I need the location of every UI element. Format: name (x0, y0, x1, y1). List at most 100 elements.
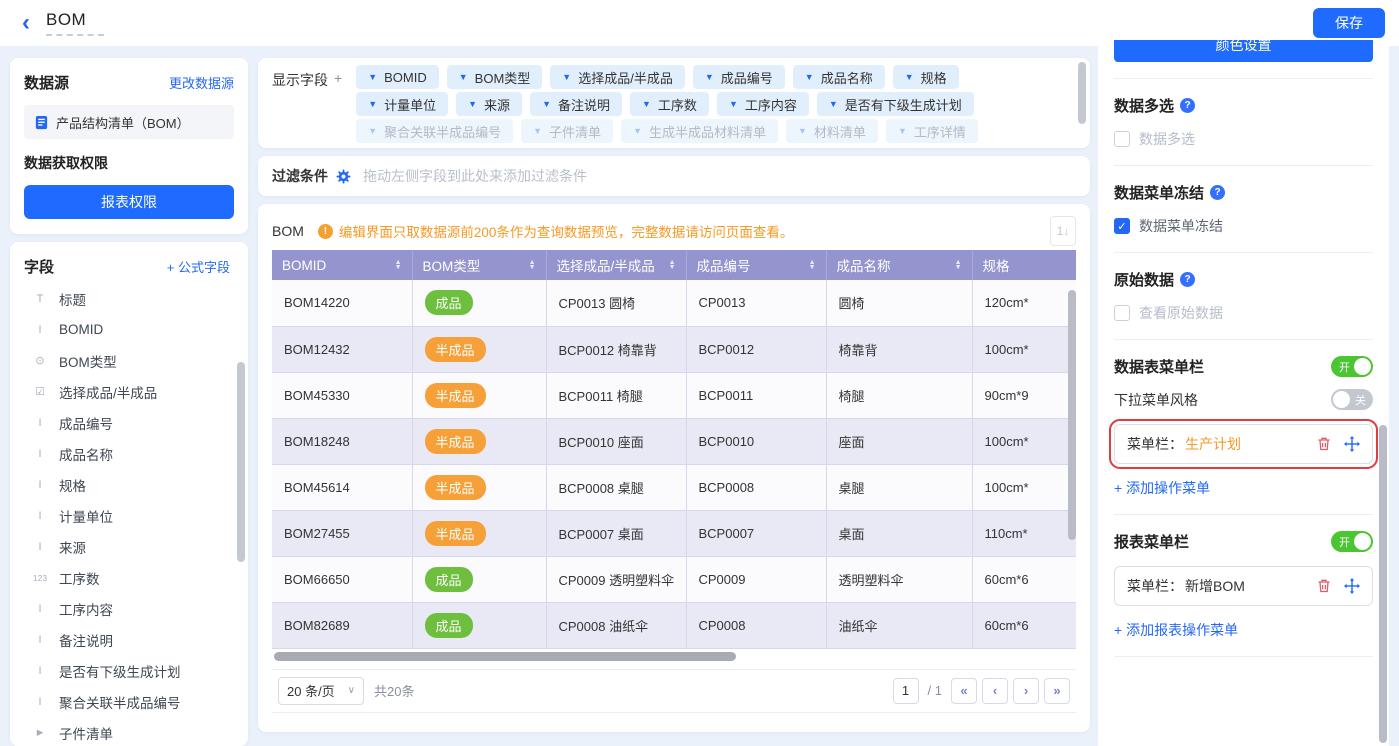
change-datasource-link[interactable]: 更改数据源 (169, 73, 234, 92)
checkbox-unchecked[interactable] (1114, 305, 1130, 321)
table-row[interactable]: BOM14220成品CP0013 圆椅CP0013圆椅120cm* (272, 280, 1076, 326)
delete-icon[interactable] (1316, 578, 1332, 594)
checkbox-checked[interactable]: ✓ (1114, 218, 1130, 234)
table-menu-item-highlighted[interactable]: 菜单栏： 生产计划 (1114, 424, 1373, 464)
field-item[interactable]: I成品编号 (24, 407, 238, 438)
checkbox-row[interactable]: 查看原始数据 (1114, 303, 1373, 323)
field-item[interactable]: ☑选择成品/半成品 (24, 376, 238, 407)
sort-order-button[interactable]: 1↓ (1050, 216, 1076, 246)
field-item[interactable]: ⊙BOM类型 (24, 345, 238, 376)
dropdown-style-toggle[interactable]: 关 (1331, 389, 1373, 410)
current-page-box[interactable]: 1 (893, 678, 919, 704)
display-field-chip[interactable]: ▼计量单位 (356, 92, 448, 116)
table-vertical-scrollbar[interactable] (1068, 290, 1076, 540)
back-icon[interactable]: ‹ (14, 11, 38, 35)
add-action-menu-link[interactable]: + 添加操作菜单 (1114, 478, 1373, 498)
sort-icon[interactable]: ▲▼ (809, 260, 816, 270)
checkbox-row[interactable]: 数据多选 (1114, 129, 1373, 149)
field-item[interactable]: T标题 (24, 283, 238, 314)
table-row[interactable]: BOM45330半成品BCP0011 椅腿BCP0011椅腿90cm*9 (272, 372, 1076, 418)
column-header[interactable]: 规格 (972, 250, 1076, 280)
sort-icon[interactable]: ▲▼ (669, 260, 676, 270)
display-field-chip[interactable]: ▼规格 (893, 65, 959, 89)
field-item[interactable]: I来源 (24, 531, 238, 562)
field-item[interactable]: I计量单位 (24, 500, 238, 531)
checkbox-unchecked[interactable] (1114, 131, 1130, 147)
next-page-button[interactable]: › (1013, 678, 1039, 704)
field-item[interactable]: I备注说明 (24, 624, 238, 655)
color-settings-button[interactable]: 颜色设置 (1114, 40, 1373, 62)
report-menu-item[interactable]: 菜单栏： 新增BOM (1114, 566, 1373, 606)
first-page-button[interactable]: « (951, 678, 977, 704)
help-icon[interactable]: ? (1210, 185, 1225, 200)
table-horizontal-scrollbar[interactable] (272, 652, 1076, 661)
page-title: BOM (46, 10, 104, 30)
delete-icon[interactable] (1316, 436, 1332, 452)
sort-icon[interactable]: ▲▼ (955, 260, 962, 270)
column-header[interactable]: 成品名称▲▼ (826, 250, 972, 280)
display-field-chip[interactable]: ▼成品编号 (693, 65, 785, 89)
display-field-chip[interactable]: ▼工序内容 (717, 92, 809, 116)
settings-scrollbar[interactable] (1379, 425, 1387, 743)
checkbox-label: 数据多选 (1139, 129, 1195, 149)
column-header[interactable]: BOMID▲▼ (272, 250, 412, 280)
sort-icon[interactable]: ▲▼ (395, 260, 402, 270)
warning-icon: ! (318, 224, 333, 239)
datasource-item[interactable]: 产品结构清单（BOM） (24, 105, 234, 139)
gear-icon[interactable] (336, 169, 351, 184)
field-item[interactable]: I规格 (24, 469, 238, 500)
move-icon[interactable] (1344, 578, 1360, 594)
display-field-chip[interactable]: ▼子件清单 (521, 119, 613, 143)
display-field-chip[interactable]: ▼工序数 (630, 92, 709, 116)
display-field-chip[interactable]: ▼备注说明 (530, 92, 622, 116)
table-row[interactable]: BOM12432半成品BCP0012 椅靠背BCP0012椅靠背100cm* (272, 326, 1076, 372)
table-row[interactable]: BOM27455半成品BCP0007 桌面BCP0007桌面110cm* (272, 510, 1076, 556)
display-fields-scrollbar[interactable] (1078, 62, 1086, 124)
display-field-chip[interactable]: ▼BOMID (356, 65, 439, 89)
display-field-chip[interactable]: ▼是否有下级生成计划 (817, 92, 974, 116)
field-item[interactable]: I工序内容 (24, 593, 238, 624)
save-button[interactable]: 保存 (1313, 8, 1385, 38)
move-icon[interactable] (1344, 436, 1360, 452)
display-field-chip[interactable]: ▼工序详情 (886, 119, 978, 143)
field-item[interactable]: ▶子件清单 (24, 717, 238, 746)
add-display-field-button[interactable]: + (334, 70, 342, 86)
fields-title: 字段 (24, 256, 54, 277)
page-size-select[interactable]: 20 条/页 ∨ (278, 677, 364, 705)
table-row[interactable]: BOM82689成品CP0008 油纸伞CP0008油纸伞60cm*6 (272, 602, 1076, 648)
fields-scrollbar[interactable] (237, 362, 245, 562)
field-label: 工序数 (59, 568, 100, 588)
field-item[interactable]: 123工序数 (24, 562, 238, 593)
table-row[interactable]: BOM66650成品CP0009 透明塑料伞CP0009透明塑料伞60cm*6 (272, 556, 1076, 602)
display-field-chip[interactable]: ▼生成半成品材料清单 (621, 119, 778, 143)
field-item[interactable]: I是否有下级生成计划 (24, 655, 238, 686)
report-permission-button[interactable]: 报表权限 (24, 185, 234, 219)
column-header[interactable]: 成品编号▲▼ (686, 250, 826, 280)
display-field-chip[interactable]: ▼选择成品/半成品 (550, 65, 685, 89)
help-icon[interactable]: ? (1180, 98, 1195, 113)
table-menu-toggle[interactable]: 开 (1331, 356, 1373, 377)
display-field-chip[interactable]: ▼BOM类型 (447, 65, 543, 89)
chip-row: ▼计量单位 ▼来源 ▼备注说明 ▼工序数 ▼工序内容 ▼是否有下级生成计划 (356, 92, 978, 116)
hscroll-thumb[interactable] (274, 652, 736, 661)
field-item[interactable]: I成品名称 (24, 438, 238, 469)
display-field-chip[interactable]: ▼成品名称 (793, 65, 885, 89)
help-icon[interactable]: ? (1180, 272, 1195, 287)
chip-label: 子件清单 (549, 122, 601, 141)
last-page-button[interactable]: » (1044, 678, 1070, 704)
sort-icon[interactable]: ▲▼ (529, 260, 536, 270)
column-header[interactable]: BOM类型▲▼ (412, 250, 546, 280)
table-row[interactable]: BOM18248半成品BCP0010 座面BCP0010座面100cm* (272, 418, 1076, 464)
table-row[interactable]: BOM45614半成品BCP0008 桌腿BCP0008桌腿100cm* (272, 464, 1076, 510)
field-item[interactable]: IBOMID (24, 314, 238, 345)
prev-page-button[interactable]: ‹ (982, 678, 1008, 704)
display-field-chip[interactable]: ▼聚合关联半成品编号 (356, 119, 513, 143)
add-report-action-menu-link[interactable]: + 添加报表操作菜单 (1114, 620, 1373, 640)
report-menu-toggle[interactable]: 开 (1331, 531, 1373, 552)
field-item[interactable]: I聚合关联半成品编号 (24, 686, 238, 717)
display-field-chip[interactable]: ▼来源 (456, 92, 522, 116)
column-header[interactable]: 选择成品/半成品▲▼ (546, 250, 686, 280)
display-field-chip[interactable]: ▼材料清单 (786, 119, 878, 143)
add-formula-field-link[interactable]: + 公式字段 (167, 257, 230, 276)
checkbox-row[interactable]: ✓数据菜单冻结 (1114, 216, 1373, 236)
